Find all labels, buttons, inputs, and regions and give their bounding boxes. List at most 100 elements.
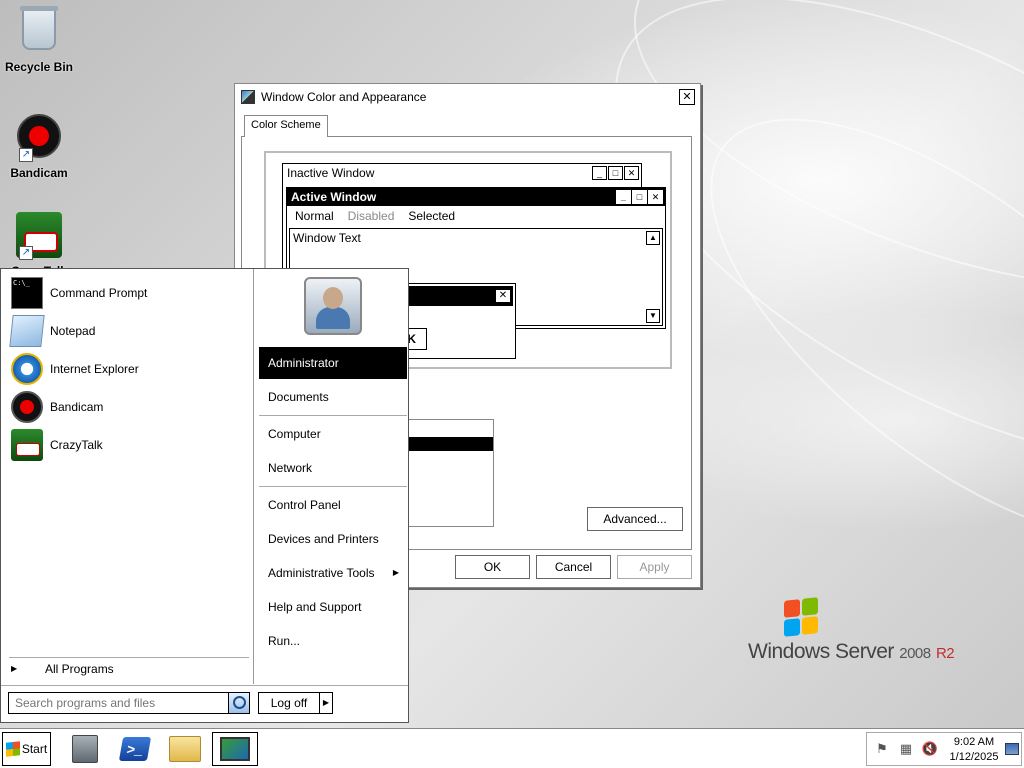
taskbar-display-settings[interactable] — [212, 732, 258, 766]
place-control-panel[interactable]: Control Panel — [259, 489, 407, 521]
maximize-icon: □ — [632, 190, 647, 204]
close-icon: ✕ — [648, 190, 663, 204]
network-icon[interactable]: ▦ — [897, 741, 915, 757]
separator — [259, 415, 407, 416]
scroll-up-icon[interactable]: ▲ — [646, 231, 660, 245]
taskbar-windows-explorer[interactable] — [162, 732, 208, 766]
logoff-button[interactable]: Log off — [258, 692, 320, 714]
advanced-button[interactable]: Advanced... — [587, 507, 683, 531]
apply-button[interactable]: Apply — [617, 555, 692, 579]
menu-disabled[interactable]: Disabled — [348, 209, 395, 223]
search-icon[interactable] — [228, 692, 250, 714]
windows-flag-icon — [784, 597, 820, 638]
bandicam-icon: ↗ — [15, 114, 63, 162]
place-administrative-tools[interactable]: Administrative Tools ▶ — [259, 557, 407, 589]
all-programs[interactable]: ▶ All Programs — [9, 657, 249, 679]
desktop-icon-label: Bandicam — [10, 166, 68, 180]
inactive-window-titlebar: Inactive Window _ □ ✕ — [283, 164, 641, 182]
dialog-titlebar[interactable]: Window Color and Appearance ✕ — [235, 84, 700, 110]
preview-menu-bar: Normal Disabled Selected — [287, 206, 665, 226]
recycle-bin-icon — [15, 6, 63, 56]
menu-normal[interactable]: Normal — [295, 209, 334, 223]
windows-explorer-icon — [169, 736, 201, 762]
ok-button[interactable]: OK — [455, 555, 530, 579]
show-desktop-button[interactable] — [1005, 743, 1019, 755]
close-icon: ✕ — [495, 289, 511, 303]
program-crazytalk[interactable]: CrazyTalk — [11, 428, 103, 462]
program-notepad[interactable]: Notepad — [9, 314, 96, 348]
clock-date: 1/12/2025 — [949, 751, 999, 763]
dialog-title: Window Color and Appearance — [261, 90, 427, 104]
taskbar-server-manager[interactable] — [62, 732, 108, 766]
notification-area: ⚑ ▦ 🔇 9:02 AM 1/12/2025 — [866, 732, 1022, 766]
bandicam-icon — [11, 391, 43, 423]
program-internet-explorer[interactable]: Internet Explorer — [11, 352, 139, 386]
mouse-cursor-icon — [352, 352, 364, 370]
program-label: Bandicam — [50, 400, 104, 414]
taskbar-powershell[interactable]: >_ — [112, 732, 158, 766]
display-settings-icon — [241, 90, 255, 104]
place-documents[interactable]: Documents — [259, 381, 407, 413]
powershell-icon: >_ — [118, 737, 152, 761]
cancel-button[interactable]: Cancel — [536, 555, 611, 579]
server-manager-icon — [72, 735, 98, 763]
clock[interactable]: 9:02 AM 1/12/2025 — [945, 735, 1003, 765]
close-button[interactable]: ✕ — [679, 89, 695, 105]
place-administrator[interactable]: Administrator — [259, 347, 407, 379]
chevron-right-icon: ▶ — [11, 664, 18, 673]
minimize-icon: _ — [592, 166, 607, 180]
start-label: Start — [21, 742, 48, 756]
tab-color-scheme[interactable]: Color Scheme — [244, 115, 328, 137]
program-command-prompt[interactable]: C:\_ Command Prompt — [11, 276, 147, 310]
crazytalk-icon: ↗ — [15, 212, 63, 260]
windows-server-wordmark: Windows Server 2008 R2 — [748, 640, 955, 663]
taskbar: Start >_ ⚑ ▦ 🔇 9:02 AM 1/12/2025 — [0, 728, 1024, 768]
desktop-icon-recycle-bin[interactable]: Recycle Bin — [0, 6, 79, 74]
scroll-down-icon[interactable]: ▼ — [646, 309, 660, 323]
menu-selected[interactable]: Selected — [408, 209, 455, 223]
desktop-icon-label: Recycle Bin — [4, 60, 74, 74]
crazytalk-icon — [11, 429, 43, 461]
program-label: Command Prompt — [50, 286, 148, 300]
close-icon: ✕ — [624, 166, 639, 180]
program-bandicam[interactable]: Bandicam — [11, 390, 103, 424]
start-button[interactable]: Start — [2, 732, 51, 766]
display-settings-icon — [220, 737, 250, 761]
windows-flag-icon — [5, 741, 20, 757]
start-menu-places: Administrator Documents Computer Network… — [255, 269, 408, 684]
user-avatar[interactable] — [304, 277, 362, 335]
shutdown-options-arrow-icon[interactable]: ▶ — [319, 692, 333, 714]
windows-server-logo: Windows Server 2008 R2 — [748, 597, 955, 668]
shortcut-arrow-icon: ↗ — [19, 246, 33, 260]
place-run[interactable]: Run... — [259, 625, 407, 657]
shortcut-arrow-icon: ↗ — [19, 148, 33, 162]
window-text: Window Text — [293, 231, 361, 245]
active-window-titlebar: Active Window _ □ ✕ — [287, 188, 665, 206]
desktop-icon-bandicam[interactable]: ↗ Bandicam — [0, 112, 79, 180]
separator — [259, 486, 407, 487]
search-input[interactable] — [15, 696, 215, 710]
command-prompt-icon: C:\_ — [11, 277, 43, 309]
program-label: CrazyTalk — [50, 438, 103, 452]
volume-muted-icon[interactable]: 🔇 — [921, 741, 939, 757]
place-devices-and-printers[interactable]: Devices and Printers — [259, 523, 407, 555]
start-menu-footer: Log off ▶ — [1, 685, 408, 722]
start-menu-programs: C:\_ Command Prompt Notepad Internet Exp… — [1, 269, 254, 684]
all-programs-label: All Programs — [45, 661, 114, 676]
internet-explorer-icon — [11, 353, 43, 385]
desktop: Recycle Bin ↗ Bandicam ↗ CrazyTalk Windo… — [0, 0, 1024, 728]
clock-time: 9:02 AM — [953, 736, 995, 748]
start-menu: C:\_ Command Prompt Notepad Internet Exp… — [0, 268, 409, 723]
search-box[interactable] — [8, 692, 229, 714]
program-label: Internet Explorer — [50, 362, 139, 376]
chevron-right-icon: ▶ — [392, 568, 399, 577]
notepad-icon — [9, 315, 45, 347]
place-help-and-support[interactable]: Help and Support — [259, 591, 407, 623]
maximize-icon: □ — [608, 166, 623, 180]
place-network[interactable]: Network — [259, 452, 407, 484]
place-computer[interactable]: Computer — [259, 418, 407, 450]
action-center-flag-icon[interactable]: ⚑ — [873, 741, 891, 757]
minimize-icon: _ — [616, 190, 631, 204]
program-label: Notepad — [50, 324, 96, 338]
place-label: Administrative Tools — [268, 566, 375, 580]
